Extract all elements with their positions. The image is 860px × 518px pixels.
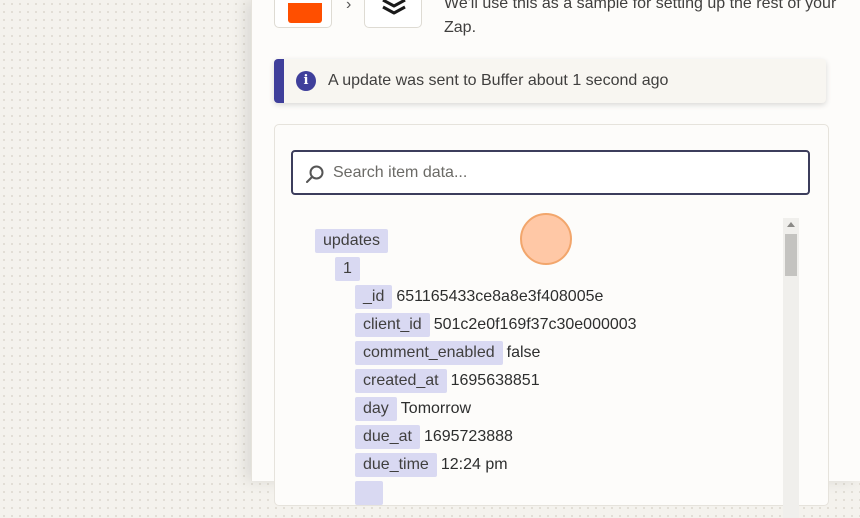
trigger-app-tile [274,0,332,28]
cursor-highlight [520,213,572,265]
chevron-right-icon: › [346,0,352,13]
tree-key: created_at [355,369,447,393]
tree-key: comment_enabled [355,341,503,365]
scrollbar[interactable] [783,218,799,518]
tree-row-field-partial[interactable] [355,481,383,505]
tree-key: due_time [355,453,437,477]
tree-value: 651165433ce8a8e3f408005e [396,288,604,305]
tree-key: _id [355,285,393,309]
search-icon [306,165,324,183]
search-input[interactable] [333,152,793,193]
tree-row-index[interactable]: 1 [335,257,360,281]
tree-row-field[interactable]: _id 651165433ce8a8e3f408005e [355,285,603,309]
tree-value: 1695638851 [450,372,540,389]
tree-row-field[interactable]: comment_enabled false [355,341,540,365]
tree-key: day [355,397,397,421]
orange-square-app-icon [288,3,322,23]
scrollbar-thumb[interactable] [785,234,797,276]
info-icon: i [296,71,316,91]
tree-key: 1 [335,257,360,281]
action-app-tile [364,0,422,28]
tree-row-field[interactable]: client_id 501c2e0f169f37c30e000003 [355,313,637,337]
tree-key: due_at [355,425,420,449]
info-message: A update was sent to Buffer about 1 seco… [328,72,669,89]
buffer-layers-icon [382,0,406,15]
search-box[interactable] [291,150,810,195]
tree-row-field[interactable]: day Tomorrow [355,397,471,421]
tree-row-root[interactable]: updates [315,229,388,253]
tree-key: client_id [355,313,430,337]
tree-key [355,481,383,505]
tree-row-field[interactable]: due_at 1695723888 [355,425,513,449]
tree-value: 501c2e0f169f37c30e000003 [433,316,637,333]
tree-value: 1695723888 [423,428,513,445]
tree-value: 12:24 pm [440,456,508,473]
info-banner: i A update was sent to Buffer about 1 se… [274,59,826,103]
tree-row-field[interactable]: due_time 12:24 pm [355,453,508,477]
sample-intro-text: We'll use this as a sample for setting u… [444,0,837,36]
tree-value: Tomorrow [400,400,472,417]
tree-value: false [506,344,541,361]
item-data-box: updates 1 _id651165433ce8a8e3f408005e cl… [274,124,829,518]
tree-key: updates [315,229,388,253]
scroll-up-arrow-icon[interactable] [787,222,795,227]
tree-row-field[interactable]: created_at 1695638851 [355,369,540,393]
